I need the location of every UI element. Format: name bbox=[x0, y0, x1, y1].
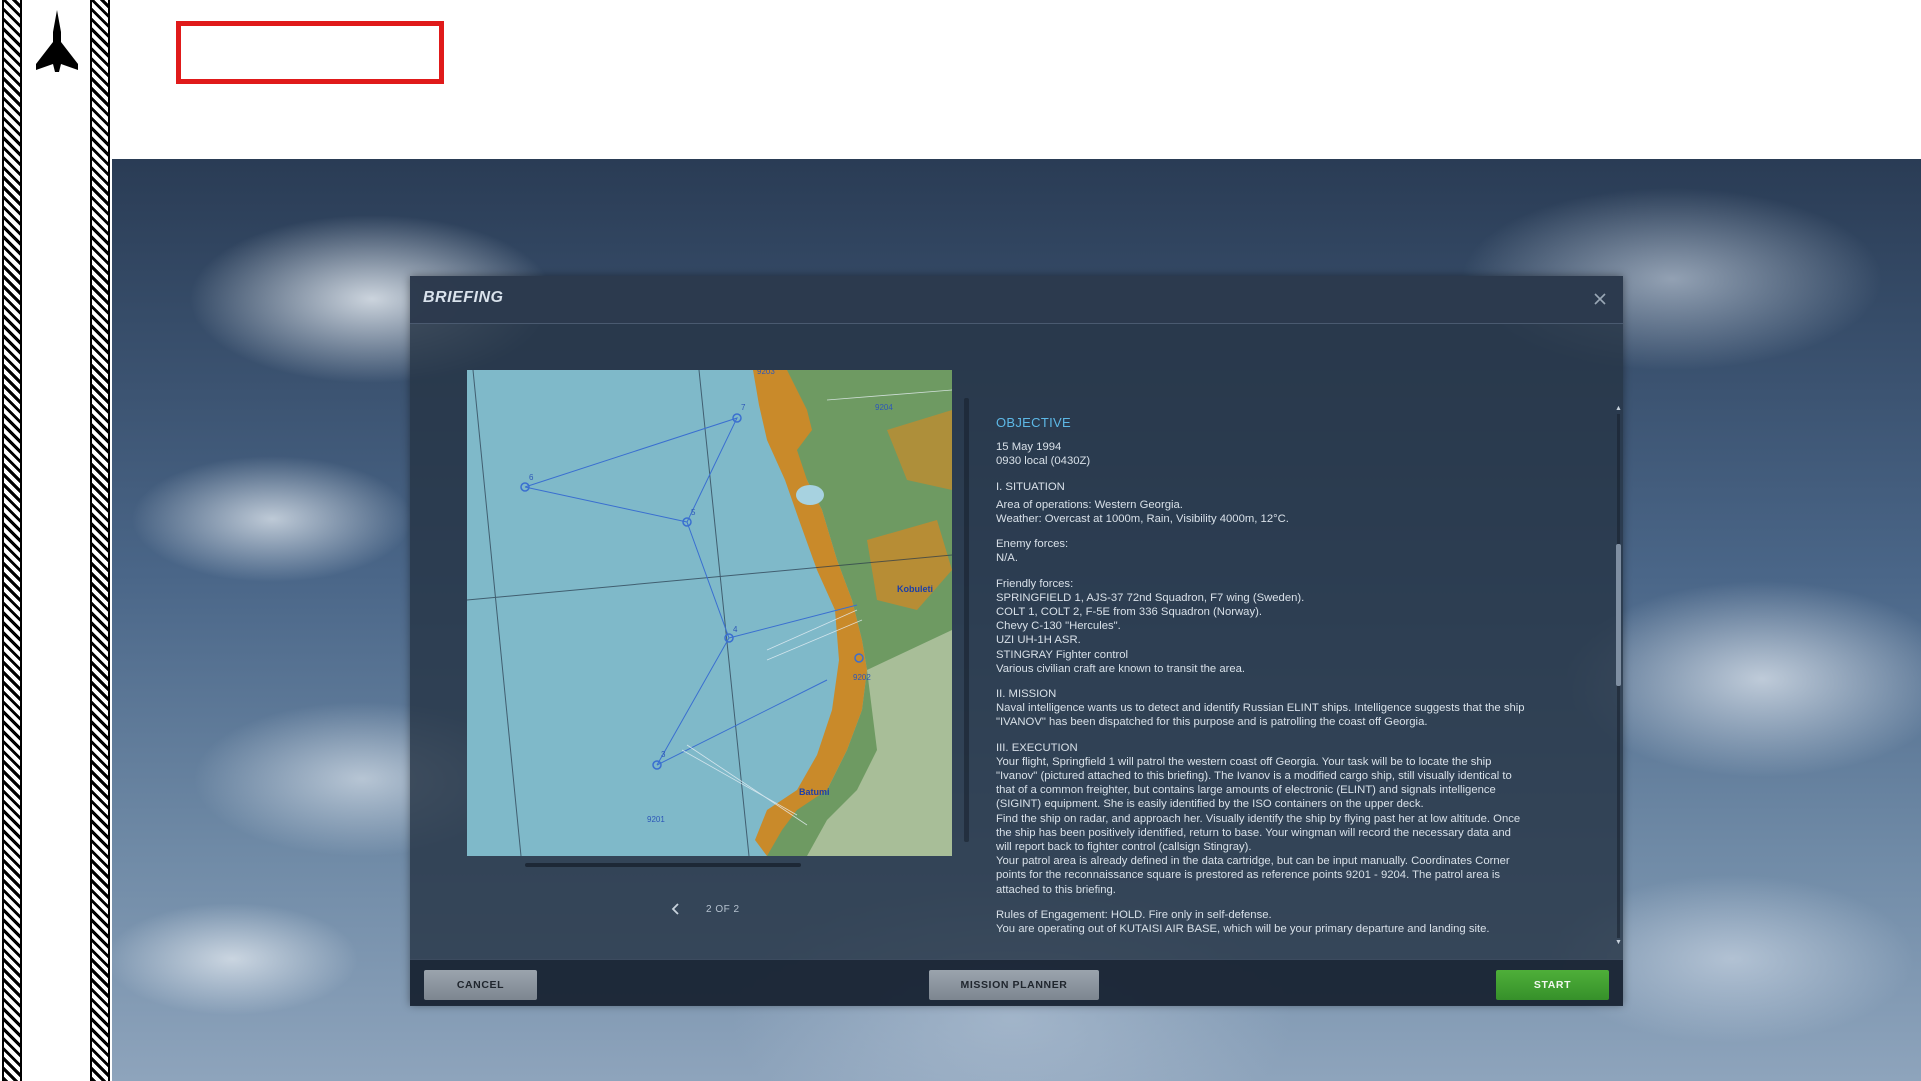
chevron-left-icon[interactable] bbox=[668, 901, 684, 917]
map-wp-label: 5 bbox=[691, 508, 696, 517]
map-wp-label: 7 bbox=[741, 403, 746, 412]
scroll-up-icon[interactable]: ▲ bbox=[1615, 405, 1622, 412]
map-city-label: Kobuleti bbox=[897, 584, 933, 594]
dialog-title: BRIEFING bbox=[423, 289, 504, 306]
map-wp-label: 6 bbox=[529, 473, 534, 482]
map-vertical-scrollbar[interactable] bbox=[964, 398, 969, 842]
briefing-map[interactable]: 6 7 5 4 3 9201 9202 9203 9204 Kobuleti B… bbox=[467, 370, 952, 856]
start-button[interactable]: START bbox=[1496, 970, 1609, 1000]
situation-text: Area of operations: Western Georgia. Wea… bbox=[996, 498, 1289, 526]
enemy-forces: Enemy forces: N/A. bbox=[996, 538, 1069, 565]
scroll-down-icon[interactable]: ▼ bbox=[1615, 939, 1622, 946]
jet-icon bbox=[36, 10, 78, 72]
map-wp-label: 3 bbox=[661, 750, 666, 759]
scroll-thumb[interactable] bbox=[1616, 544, 1621, 686]
briefing-dialog: BRIEFING 6 7 5 4 3 9201 9202 9203 9204 K… bbox=[410, 276, 1623, 1006]
map-wp-label: 9202 bbox=[853, 673, 871, 682]
roe-text: Rules of Engagement: HOLD. Fire only in … bbox=[996, 908, 1490, 936]
map-wp-label: 9204 bbox=[875, 403, 893, 412]
briefing-date: 15 May 1994 0930 local (0430Z) bbox=[996, 441, 1091, 468]
map-wp-label: 9201 bbox=[647, 815, 665, 824]
hatch-border-left bbox=[2, 0, 22, 1081]
map-city-label: Batumi bbox=[799, 787, 830, 797]
hatch-border-right bbox=[90, 0, 110, 1081]
execution-text: Your flight, Springfield 1 will patrol t… bbox=[996, 755, 1521, 896]
objective-heading: OBJECTIVE bbox=[996, 416, 1071, 430]
dialog-footer: CANCEL MISSION PLANNER START bbox=[410, 959, 1623, 1006]
page-indicator: 2 OF 2 bbox=[706, 904, 740, 915]
map-wp-label: 9203 bbox=[757, 370, 775, 376]
situation-heading: I. SITUATION bbox=[996, 480, 1065, 493]
dialog-header: BRIEFING bbox=[410, 276, 1623, 324]
mission-planner-button[interactable]: MISSION PLANNER bbox=[929, 970, 1099, 1000]
close-icon[interactable] bbox=[1591, 290, 1609, 308]
map-wp-label: 4 bbox=[733, 625, 738, 634]
mission-text: Naval intelligence wants us to detect an… bbox=[996, 702, 1525, 729]
friendly-forces: Friendly forces: SPRINGFIELD 1, AJS-37 7… bbox=[996, 577, 1305, 675]
briefing-text: OBJECTIVE 15 May 1994 0930 local (0430Z)… bbox=[996, 416, 1586, 950]
briefing-scrollbar[interactable]: ▲ ▼ bbox=[1615, 405, 1622, 946]
cancel-button[interactable]: CANCEL bbox=[424, 970, 537, 1000]
map-lake bbox=[796, 485, 824, 505]
redaction-box bbox=[176, 21, 444, 84]
execution-heading: III. EXECUTION bbox=[996, 741, 1078, 754]
left-margin-strip bbox=[0, 0, 112, 1081]
map-horizontal-scrollbar[interactable] bbox=[525, 863, 801, 867]
mission-heading: II. MISSION bbox=[996, 688, 1057, 701]
